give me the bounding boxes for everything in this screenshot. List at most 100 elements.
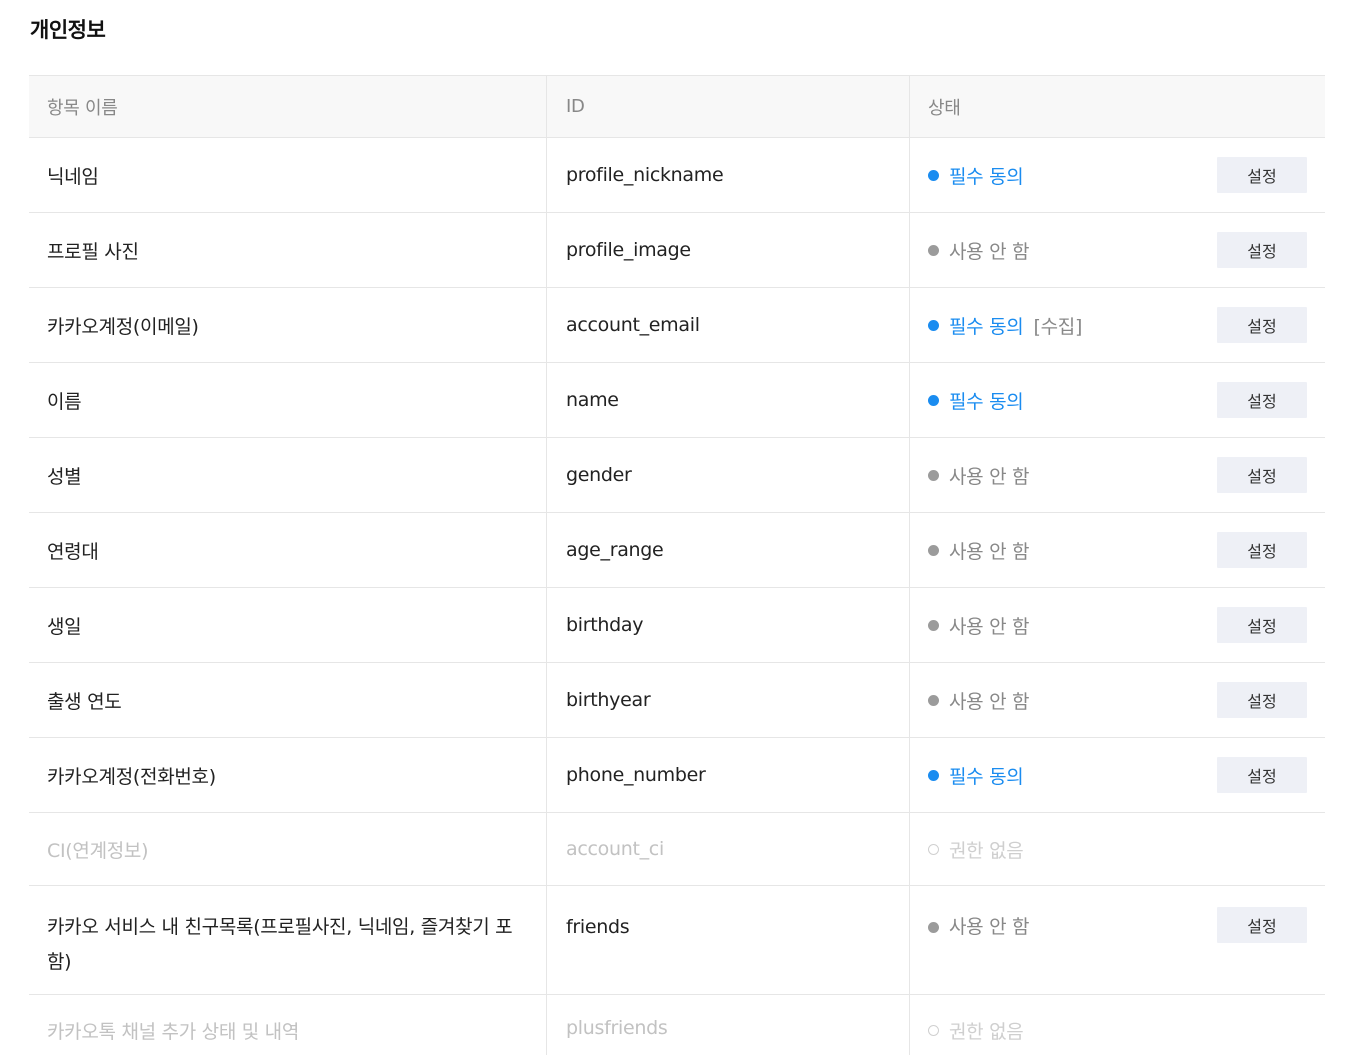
item-status-cell: 필수 동의 설정: [910, 363, 1325, 437]
table-row: 카카오계정(전화번호) phone_number 필수 동의 설정: [29, 738, 1325, 813]
status-dot-icon: [928, 843, 939, 855]
status-indicator: 사용 안 함: [928, 237, 1030, 264]
table-row: 생일 birthday 사용 안 함 설정: [29, 588, 1325, 663]
item-id: birthyear: [547, 663, 910, 737]
item-name: 연령대: [29, 513, 547, 587]
table-row: 닉네임 profile_nickname 필수 동의 설정: [29, 138, 1325, 213]
item-id: age_range: [547, 513, 910, 587]
item-status-cell: 사용 안 함 설정: [910, 588, 1325, 662]
settings-button[interactable]: 설정: [1217, 532, 1307, 568]
item-status-cell: 필수 동의 설정: [910, 738, 1325, 812]
column-header-status: 상태: [928, 97, 961, 119]
item-id: account_email: [547, 288, 910, 362]
status-indicator: 필수 동의 [수집]: [928, 312, 1082, 339]
settings-button[interactable]: 설정: [1217, 907, 1307, 943]
status-dot-icon: [928, 694, 939, 706]
item-status-cell: 권한 없음: [910, 995, 1325, 1055]
item-name: 출생 연도: [29, 663, 547, 737]
settings-button[interactable]: 설정: [1217, 757, 1307, 793]
item-name: CI(연계정보): [29, 813, 547, 885]
status-dot-icon: [928, 319, 939, 331]
status-text: 권한 없음: [949, 839, 1024, 862]
status-indicator: 권한 없음: [928, 836, 1024, 863]
status-indicator: 권한 없음: [928, 1017, 1024, 1044]
status-text: 필수 동의: [949, 390, 1024, 413]
status-dot-icon: [928, 769, 939, 781]
status-dot-icon: [928, 1025, 939, 1036]
status-dot-icon: [928, 922, 939, 933]
table-row: 카카오 서비스 내 친구목록(프로필사진, 닉네임, 즐겨찾기 포함) frie…: [29, 886, 1325, 995]
item-id: account_ci: [547, 813, 910, 885]
settings-button[interactable]: 설정: [1217, 607, 1307, 643]
table-row: 이름 name 필수 동의 설정: [29, 363, 1325, 438]
status-indicator: 필수 동의: [928, 762, 1024, 789]
table-row: 프로필 사진 profile_image 사용 안 함 설정: [29, 213, 1325, 288]
settings-button[interactable]: 설정: [1217, 157, 1307, 193]
column-header-name: 항목 이름: [29, 76, 547, 137]
status-text: 필수 동의: [949, 315, 1024, 338]
status-text: 사용 안 함: [949, 465, 1030, 488]
status-indicator: 사용 안 함: [928, 612, 1030, 639]
status-indicator: 사용 안 함: [928, 910, 1030, 945]
item-status-cell: 사용 안 함 설정: [910, 513, 1325, 587]
status-extra-tag: [수집]: [1033, 315, 1083, 338]
status-indicator: 필수 동의: [928, 162, 1024, 189]
settings-button[interactable]: 설정: [1217, 382, 1307, 418]
item-id: gender: [547, 438, 910, 512]
item-name: 성별: [29, 438, 547, 512]
item-id: profile_nickname: [547, 138, 910, 212]
settings-button[interactable]: 설정: [1217, 232, 1307, 268]
status-text: 권한 없음: [949, 1021, 1024, 1043]
settings-button[interactable]: 설정: [1217, 682, 1307, 718]
status-dot-icon: [928, 469, 939, 481]
table-row: CI(연계정보) account_ci 권한 없음: [29, 813, 1325, 886]
item-name: 프로필 사진: [29, 213, 547, 287]
status-text: 필수 동의: [949, 165, 1024, 188]
table-row: 출생 연도 birthyear 사용 안 함 설정: [29, 663, 1325, 738]
item-id: phone_number: [547, 738, 910, 812]
status-text: 사용 안 함: [949, 690, 1030, 713]
item-status-cell: 권한 없음: [910, 813, 1325, 885]
status-indicator: 사용 안 함: [928, 687, 1030, 714]
item-id: profile_image: [547, 213, 910, 287]
item-name: 이름: [29, 363, 547, 437]
settings-button[interactable]: 설정: [1217, 457, 1307, 493]
item-id: birthday: [547, 588, 910, 662]
column-header-id: ID: [547, 76, 910, 137]
item-name: 카카오 서비스 내 친구목록(프로필사진, 닉네임, 즐겨찾기 포함): [29, 886, 547, 994]
item-status-cell: 필수 동의 [수집] 설정: [910, 288, 1325, 362]
item-id: plusfriends: [547, 995, 910, 1055]
status-indicator: 필수 동의: [928, 387, 1024, 414]
status-indicator: 사용 안 함: [928, 537, 1030, 564]
item-name: 카카오톡 채널 추가 상태 및 내역: [29, 995, 547, 1055]
section-title: 개인정보: [30, 18, 106, 42]
table-row: 카카오톡 채널 추가 상태 및 내역 plusfriends 권한 없음: [29, 995, 1325, 1055]
status-dot-icon: [928, 619, 939, 631]
item-name: 카카오계정(전화번호): [29, 738, 547, 812]
status-text: 필수 동의: [949, 765, 1024, 788]
item-status-cell: 필수 동의 설정: [910, 138, 1325, 212]
settings-button[interactable]: 설정: [1217, 307, 1307, 343]
status-dot-icon: [928, 244, 939, 256]
item-name: 생일: [29, 588, 547, 662]
status-text: 사용 안 함: [949, 615, 1030, 638]
status-dot-icon: [928, 169, 939, 181]
status-dot-icon: [928, 394, 939, 406]
item-status-cell: 사용 안 함 설정: [910, 663, 1325, 737]
item-status-cell: 사용 안 함 설정: [910, 438, 1325, 512]
item-status-cell: 사용 안 함 설정: [910, 213, 1325, 287]
status-dot-icon: [928, 544, 939, 556]
status-text: 사용 안 함: [949, 540, 1030, 563]
item-id: friends: [547, 886, 910, 994]
table-header: 항목 이름 ID 상태: [29, 76, 1325, 138]
consent-items-table: 항목 이름 ID 상태 닉네임 profile_nickname 필수 동의 설…: [29, 75, 1325, 1055]
table-row: 연령대 age_range 사용 안 함 설정: [29, 513, 1325, 588]
status-text: 사용 안 함: [949, 916, 1030, 938]
item-id: name: [547, 363, 910, 437]
status-indicator: 사용 안 함: [928, 462, 1030, 489]
item-status-cell: 사용 안 함 설정: [910, 886, 1325, 994]
item-name: 카카오계정(이메일): [29, 288, 547, 362]
item-name: 닉네임: [29, 138, 547, 212]
table-row: 카카오계정(이메일) account_email 필수 동의 [수집] 설정: [29, 288, 1325, 363]
table-row: 성별 gender 사용 안 함 설정: [29, 438, 1325, 513]
